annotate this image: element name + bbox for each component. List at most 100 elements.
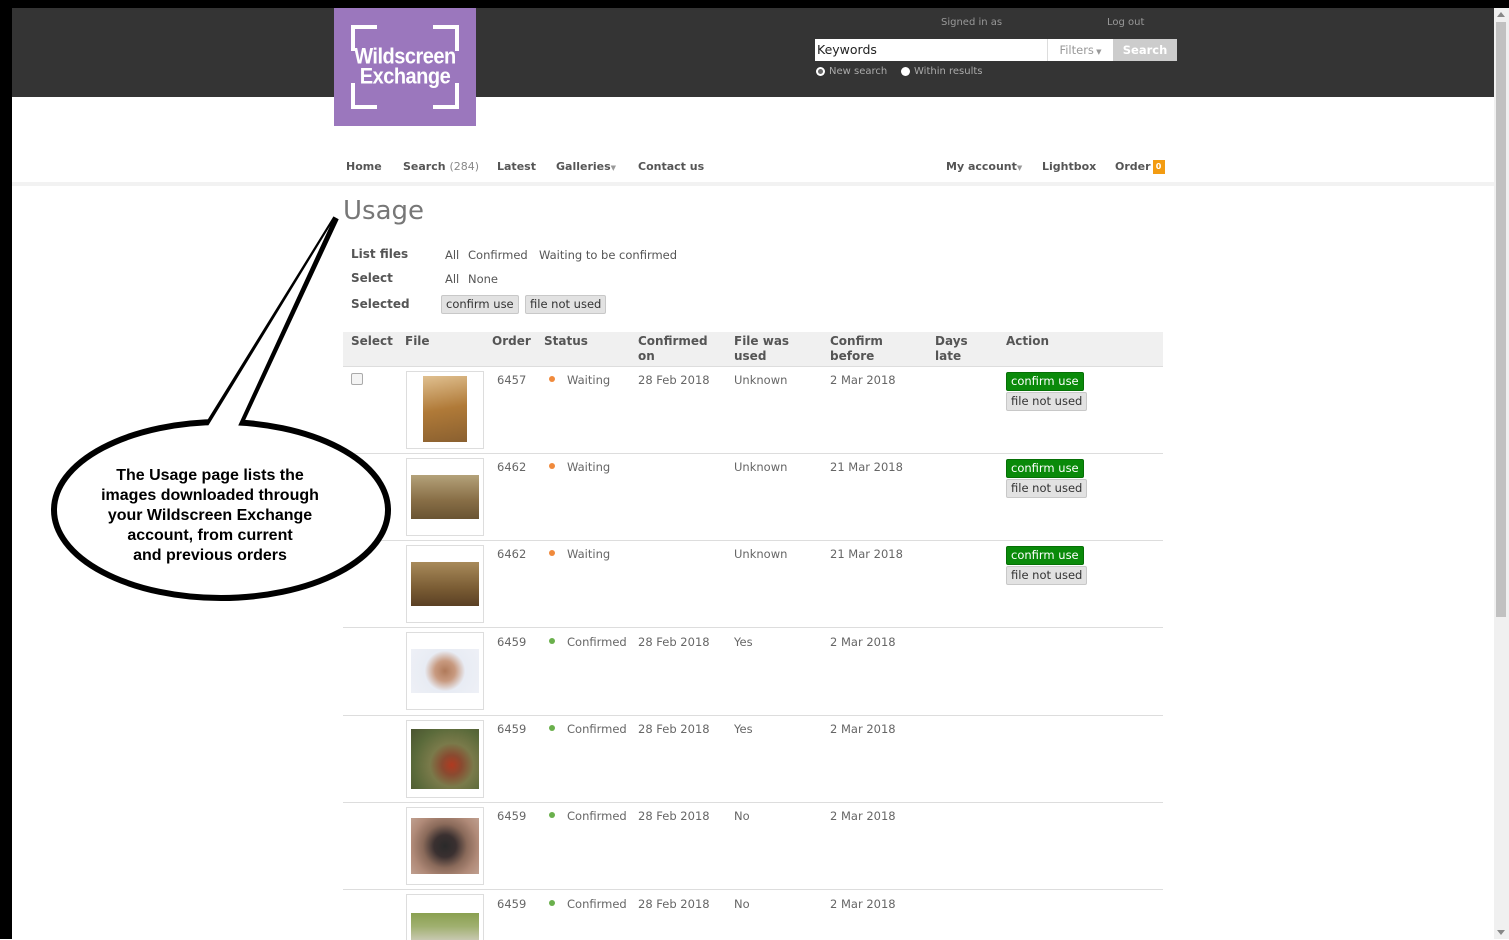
nav-galleries[interactable]: Galleries▼ [556,160,616,173]
file-thumbnail[interactable] [406,632,484,710]
filters-label: Filters [1059,43,1094,57]
bulk-file-not-used-button[interactable]: file not used [525,295,607,314]
nav-search-label: Search [403,160,446,173]
radio-icon [901,67,910,76]
row-confirm-before: 21 Mar 2018 [830,460,903,474]
row-divider [343,453,1163,454]
confirm-use-button[interactable]: confirm use [1006,372,1084,391]
radio-within-results[interactable]: Within results [901,66,983,77]
nav-lightbox[interactable]: Lightbox [1042,160,1096,173]
row-confirm-before: 2 Mar 2018 [830,373,896,387]
radio-icon [816,67,825,76]
row-confirmed-on: 28 Feb 2018 [638,722,710,736]
callout-text: The Usage page lists the images download… [80,466,340,566]
row-file-used: No [734,897,750,911]
row-confirm-before: 2 Mar 2018 [830,635,896,649]
row-order: 6459 [497,809,527,823]
callout-line: The Usage page lists the [116,467,304,484]
confirm-use-button[interactable]: confirm use [1006,546,1084,565]
col-status: Status [544,334,588,348]
col-action: Action [1006,334,1050,348]
bulk-confirm-use-button[interactable]: confirm use [441,295,519,314]
chevron-down-icon: ▼ [610,164,617,172]
scroll-down-icon[interactable] [1497,930,1505,935]
col-text: Days [935,334,968,348]
file-thumbnail[interactable] [406,720,484,798]
select-none-link[interactable]: None [468,272,498,286]
col-text: Confirm [830,334,883,348]
logout-link[interactable]: Log out [1107,17,1144,28]
row-confirmed-on: 28 Feb 2018 [638,897,710,911]
row-file-used: Unknown [734,547,788,561]
file-thumbnail[interactable] [406,371,484,449]
status-confirmed-icon [549,900,555,906]
nav-my-account-label: My account [946,160,1017,173]
row-order: 6462 [497,460,527,474]
row-order: 6459 [497,635,527,649]
filters-dropdown[interactable]: Filters ▼ [1047,39,1113,61]
nav-search[interactable]: Search (284) [403,160,479,173]
row-divider [343,889,1163,890]
status-waiting-icon [549,463,555,469]
order-count-badge: 0 [1152,160,1165,174]
nav-order-label: Order [1115,160,1151,173]
radio-new-search[interactable]: New search [816,66,887,77]
row-confirmed-on: 28 Feb 2018 [638,635,710,649]
callout-line: your Wildscreen Exchange [107,507,313,524]
file-thumbnail[interactable] [406,545,484,623]
row-status: Confirmed [567,897,627,911]
nav-contact[interactable]: Contact us [638,160,704,173]
file-thumbnail[interactable] [406,807,484,885]
search-button[interactable]: Search [1113,39,1177,61]
col-text: late [935,349,962,363]
row-status: Waiting [567,547,611,561]
nav-galleries-label: Galleries [556,160,611,173]
col-text: before [830,349,875,363]
file-not-used-button[interactable]: file not used [1006,566,1088,585]
row-confirm-before: 2 Mar 2018 [830,722,896,736]
row-status: Confirmed [567,809,627,823]
col-text: used [734,349,767,363]
select-all-link[interactable]: All [445,272,459,286]
row-confirmed-on: 28 Feb 2018 [638,809,710,823]
row-file-used: Yes [734,635,753,649]
file-not-used-button[interactable]: file not used [1006,392,1088,411]
file-thumbnail[interactable] [406,458,484,536]
row-order: 6457 [497,373,527,387]
nav-my-account[interactable]: My account▼ [946,160,1022,173]
row-divider [343,802,1163,803]
callout-line: and previous orders [133,547,287,564]
row-order: 6459 [497,897,527,911]
row-file-used: No [734,809,750,823]
scrollbar-thumb[interactable] [1496,22,1506,617]
col-text: on [638,349,655,363]
radio-label: New search [829,66,888,77]
col-confirm-before: Confirm before [830,334,883,364]
row-status: Confirmed [567,722,627,736]
row-confirm-before: 21 Mar 2018 [830,547,903,561]
file-thumbnail[interactable] [406,894,484,940]
row-status: Waiting [567,460,611,474]
search-count: (284) [449,160,480,173]
row-divider [343,627,1163,628]
nav-order[interactable]: Order 0 [1115,160,1165,174]
row-divider [343,715,1163,716]
col-order: Order [492,334,531,348]
callout-line: images downloaded through [101,487,319,504]
filter-confirmed-link[interactable]: Confirmed [468,248,528,262]
row-order: 6459 [497,722,527,736]
status-confirmed-icon [549,725,555,731]
filter-waiting-link[interactable]: Waiting to be confirmed [539,248,677,262]
filter-all-link[interactable]: All [445,248,459,262]
row-divider [343,540,1163,541]
chevron-down-icon: ▼ [1016,164,1023,172]
confirm-use-button[interactable]: confirm use [1006,459,1084,478]
col-file-was-used: File was used [734,334,789,364]
search-input[interactable]: Keywords [815,39,1047,61]
scroll-up-icon[interactable] [1497,12,1505,17]
nav-latest[interactable]: Latest [497,160,536,173]
callout-line: account, from current [127,527,293,544]
col-confirmed-on: Confirmed on [638,334,708,364]
row-confirm-before: 2 Mar 2018 [830,897,896,911]
file-not-used-button[interactable]: file not used [1006,479,1088,498]
